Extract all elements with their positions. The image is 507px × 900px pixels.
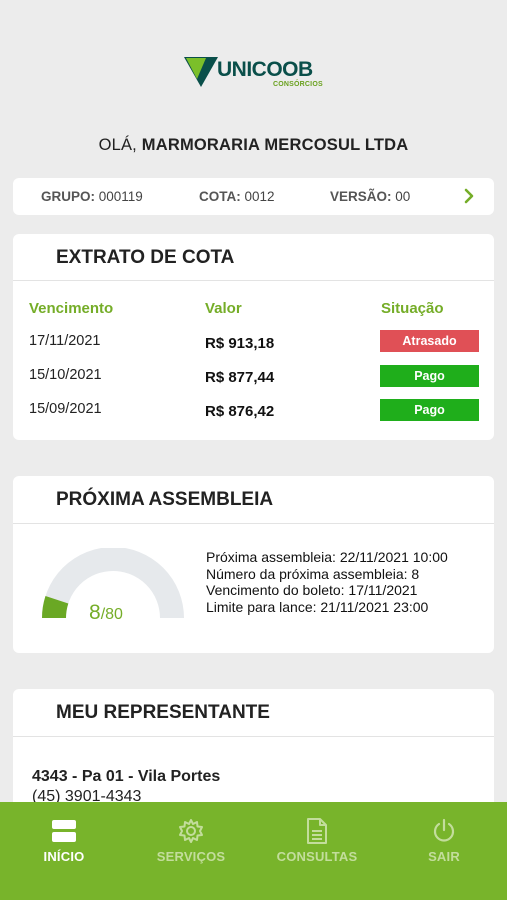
gauge-value: 8/80 xyxy=(89,601,123,625)
versao-label: VERSÃO: xyxy=(330,189,392,204)
brand-subtitle: CONSÓRCIOS xyxy=(273,81,323,88)
representante-divider xyxy=(13,736,494,737)
home-card-icon xyxy=(52,820,76,842)
status-badge-atrasado: Atrasado xyxy=(380,330,479,352)
quota-selector-bar[interactable]: GRUPO: 000119 COTA: 0012 VERSÃO: 00 xyxy=(13,178,494,215)
greeting-company-name: MARMORARIA MERCOSUL LTDA xyxy=(141,136,409,154)
cota-info: COTA: 0012 xyxy=(199,189,275,204)
document-icon xyxy=(307,818,327,844)
versao-value: 00 xyxy=(395,189,411,204)
assembleia-number-line: Número da próxima assembleia: 8 xyxy=(206,565,420,582)
status-badge-pago: Pago xyxy=(380,365,479,387)
grupo-label: GRUPO: xyxy=(41,189,95,204)
row-date: 15/09/2021 xyxy=(29,401,102,417)
representante-name: 4343 - Pa 01 - Vila Portes xyxy=(32,768,221,785)
extrato-card: EXTRATO DE COTA Vencimento Valor Situaçã… xyxy=(13,234,494,440)
assembleia-divider xyxy=(13,523,494,524)
power-icon xyxy=(433,818,455,842)
gauge-current: 8 xyxy=(89,601,101,624)
extrato-title: EXTRATO DE COTA xyxy=(56,247,235,268)
boleto-due-line: Vencimento do boleto: 17/11/2021 xyxy=(206,582,418,598)
cota-label: COTA: xyxy=(199,189,241,204)
grupo-info: GRUPO: 000119 xyxy=(41,189,143,204)
cota-value: 0012 xyxy=(244,189,275,204)
gauge-total: /80 xyxy=(100,606,123,623)
bid-limit-line: Limite para lance: 21/11/2021 23:00 xyxy=(206,598,429,615)
status-badge-pago: Pago xyxy=(380,399,479,421)
row-value: R$ 877,44 xyxy=(205,369,275,386)
nav-sair-label: SAIR xyxy=(428,849,460,864)
unicoob-logo-mark-icon xyxy=(184,57,218,87)
gear-icon xyxy=(179,819,203,843)
chevron-right-icon[interactable] xyxy=(464,188,474,204)
column-header-vencimento: Vencimento xyxy=(29,300,114,317)
brand-name: UNICOOB xyxy=(217,58,313,81)
nav-sair[interactable]: SAIR xyxy=(412,818,476,864)
nav-consultas[interactable]: CONSULTAS xyxy=(271,818,363,864)
unicoob-logo: UNICOOB CONSÓRCIOS xyxy=(184,56,344,92)
nav-servicos-label: SERVIÇOS xyxy=(156,849,226,864)
bottom-navigation: INÍCIO SERVIÇOS CONSULTAS SAIR xyxy=(0,802,507,900)
row-value: R$ 876,42 xyxy=(205,403,275,420)
column-header-situacao: Situação xyxy=(381,300,444,317)
column-header-valor: Valor xyxy=(205,300,242,317)
assembleia-date-line: Próxima assembleia: 22/11/2021 10:00 xyxy=(206,549,448,565)
nav-inicio-label: INÍCIO xyxy=(43,849,85,864)
versao-info: VERSÃO: 00 xyxy=(330,189,410,204)
gauge-fill xyxy=(42,596,69,619)
nav-consultas-label: CONSULTAS xyxy=(276,849,358,864)
row-date: 17/11/2021 xyxy=(29,333,101,349)
greeting: OLÁ, MARMORARIA MERCOSUL LTDA xyxy=(0,136,507,155)
assembleia-details: Próxima assembleia: 22/11/2021 10:00 Núm… xyxy=(206,549,448,615)
greeting-prefix: OLÁ, xyxy=(98,136,137,154)
row-value: R$ 913,18 xyxy=(205,335,275,352)
assembleia-card: PRÓXIMA ASSEMBLEIA 8/80 Próxima assemble… xyxy=(13,476,494,653)
nav-inicio[interactable]: INÍCIO xyxy=(28,818,100,864)
nav-servicos[interactable]: SERVIÇOS xyxy=(148,818,234,864)
assembleia-title: PRÓXIMA ASSEMBLEIA xyxy=(56,489,274,510)
extrato-divider xyxy=(13,280,494,281)
row-date: 15/10/2021 xyxy=(29,367,102,383)
grupo-value: 000119 xyxy=(98,189,143,204)
representante-title: MEU REPRESENTANTE xyxy=(56,702,270,723)
